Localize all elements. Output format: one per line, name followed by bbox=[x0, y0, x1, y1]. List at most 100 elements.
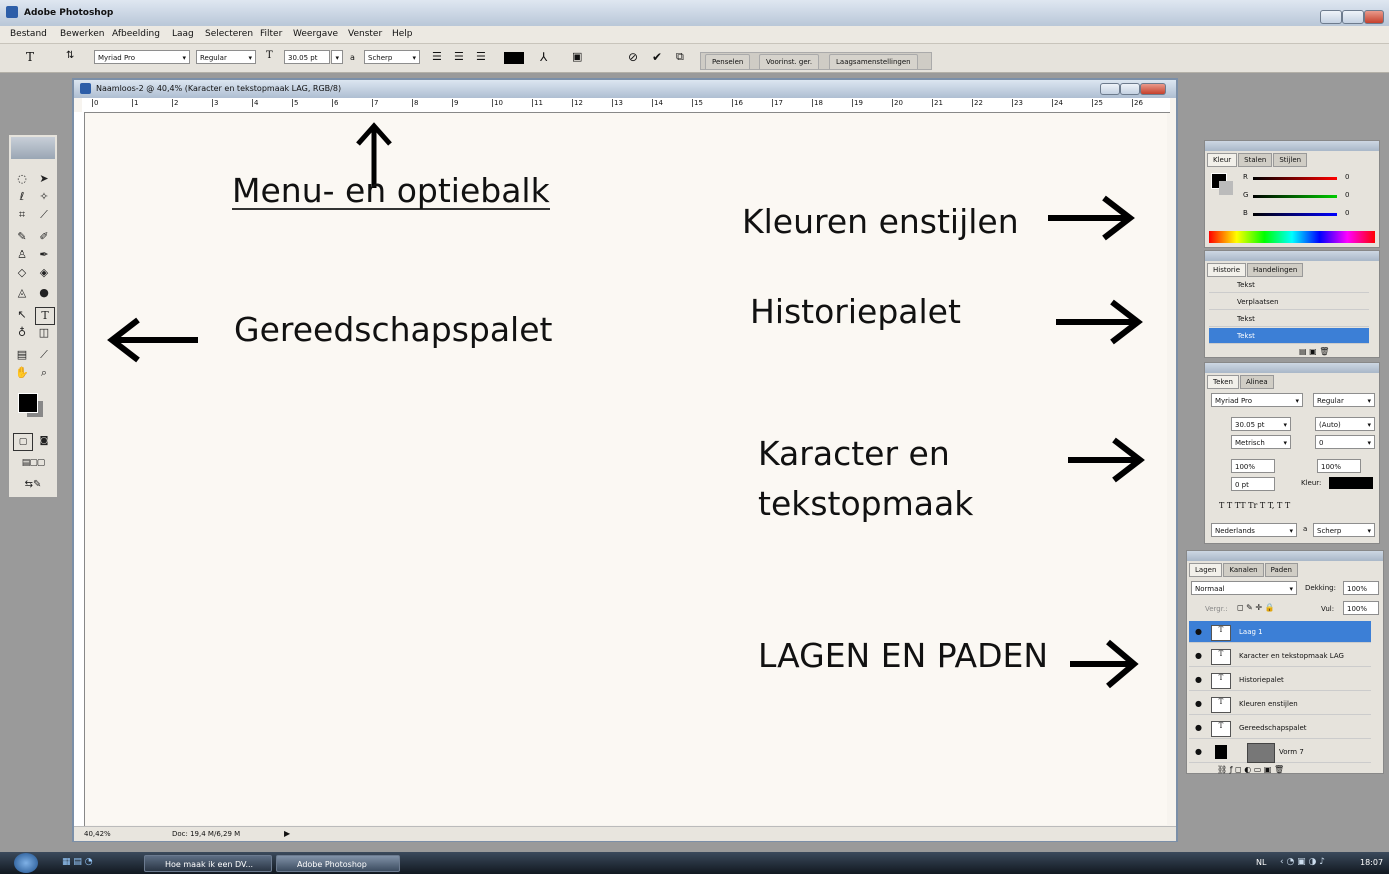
char-vscale-input[interactable]: 100% bbox=[1231, 459, 1275, 473]
minimize-button[interactable] bbox=[1320, 10, 1342, 24]
palette-tab-comps[interactable]: Laagsamenstellingen bbox=[829, 54, 918, 70]
blend-mode-select[interactable]: Normaal ▾ bbox=[1191, 581, 1297, 595]
visibility-eye-icon[interactable]: ● bbox=[1195, 747, 1202, 756]
zoom-tool-icon[interactable]: ⌕ bbox=[35, 365, 53, 381]
doc-maximize-button[interactable] bbox=[1120, 83, 1140, 95]
move-tool-icon[interactable]: ➤ bbox=[35, 171, 53, 187]
history-panel-header[interactable] bbox=[1205, 251, 1379, 261]
language-indicator[interactable]: NL bbox=[1256, 858, 1266, 867]
color-panel-header[interactable] bbox=[1205, 141, 1379, 151]
font-style-select[interactable]: Regular ▾ bbox=[196, 50, 256, 64]
doc-close-button[interactable] bbox=[1140, 83, 1166, 95]
green-value[interactable]: 0 bbox=[1345, 191, 1349, 199]
antialias-select[interactable]: Scherp ▾ bbox=[364, 50, 420, 64]
char-style-select[interactable]: Regular ▾ bbox=[1313, 393, 1375, 407]
opacity-input[interactable]: 100% bbox=[1343, 581, 1379, 595]
menu-bestand[interactable]: Bestand bbox=[10, 29, 47, 39]
lasso-tool-icon[interactable]: ℓ bbox=[13, 189, 31, 205]
magic-wand-icon[interactable]: ✧ bbox=[35, 189, 53, 205]
marquee-tool-icon[interactable]: ◌ bbox=[13, 171, 31, 187]
shape-tool-icon[interactable]: ◫ bbox=[35, 325, 53, 341]
char-size-input[interactable]: 30.05 pt ▾ bbox=[1231, 417, 1291, 431]
menu-venster[interactable]: Venster bbox=[348, 29, 382, 39]
status-menu-arrow-icon[interactable]: ▶ bbox=[284, 829, 290, 838]
align-center-icon[interactable]: ☰ bbox=[454, 50, 464, 63]
foreground-color-swatch[interactable] bbox=[18, 393, 38, 413]
vertical-ruler[interactable] bbox=[74, 112, 85, 830]
visibility-eye-icon[interactable]: ● bbox=[1195, 699, 1202, 708]
screen-mode-icon[interactable]: ▤▢▢ bbox=[13, 455, 53, 471]
tab-styles[interactable]: Stijlen bbox=[1273, 153, 1308, 167]
red-value[interactable]: 0 bbox=[1345, 173, 1349, 181]
menu-bewerken[interactable]: Bewerken bbox=[60, 29, 104, 39]
fill-input[interactable]: 100% bbox=[1343, 601, 1379, 615]
quick-mask-icon[interactable]: ◙ bbox=[35, 433, 53, 449]
warp-text-icon[interactable]: ⅄ bbox=[540, 50, 547, 64]
hand-tool-icon[interactable]: ✋ bbox=[13, 365, 31, 381]
start-button[interactable] bbox=[14, 853, 38, 873]
palette-tab-brushes[interactable]: Penselen bbox=[705, 54, 751, 70]
healing-brush-icon[interactable]: ✎ bbox=[13, 229, 31, 245]
tab-character[interactable]: Teken bbox=[1207, 375, 1239, 389]
layers-footer-icons[interactable]: ⛓ ƒ ◻ ◐ ▭ ▣ 🗑 bbox=[1217, 765, 1284, 774]
tab-layers[interactable]: Lagen bbox=[1189, 563, 1223, 577]
color-ramp[interactable] bbox=[1209, 231, 1375, 243]
jump-to-imageready-icon[interactable]: ⇆✎ bbox=[13, 477, 53, 493]
character-panel-header[interactable] bbox=[1205, 363, 1379, 373]
menu-filter[interactable]: Filter bbox=[260, 29, 282, 39]
tray-icons[interactable]: ‹ ◔ ▣ ◑ ♪ bbox=[1280, 857, 1325, 867]
char-hscale-input[interactable]: 100% bbox=[1317, 459, 1361, 473]
character-panel-icon[interactable]: ▣ bbox=[572, 50, 582, 63]
align-right-icon[interactable]: ☰ bbox=[476, 50, 486, 63]
history-brush-icon[interactable]: ✒ bbox=[35, 247, 53, 263]
red-slider[interactable] bbox=[1253, 177, 1337, 180]
notes-tool-icon[interactable]: ▤ bbox=[13, 347, 31, 363]
eyedropper-icon[interactable]: ⟋ bbox=[35, 347, 53, 363]
history-item-selected[interactable]: Tekst bbox=[1209, 328, 1369, 344]
font-family-select[interactable]: Myriad Pro ▾ bbox=[94, 50, 190, 64]
blue-slider[interactable] bbox=[1253, 213, 1337, 216]
taskbar-button-photoshop[interactable]: Adobe Photoshop bbox=[276, 855, 400, 872]
tab-actions[interactable]: Handelingen bbox=[1247, 263, 1304, 277]
crop-tool-icon[interactable]: ⌗ bbox=[13, 207, 31, 223]
visibility-eye-icon[interactable]: ● bbox=[1195, 627, 1202, 636]
brush-tool-icon[interactable]: ✐ bbox=[35, 229, 53, 245]
text-orientation-icon[interactable]: ⇅ bbox=[66, 50, 74, 61]
history-item[interactable]: Verplaatsen bbox=[1209, 294, 1369, 310]
lock-icons[interactable]: ◻ ✎ ✛ 🔒 bbox=[1237, 603, 1275, 612]
char-color-swatch[interactable] bbox=[1329, 477, 1373, 489]
menu-afbeelding[interactable]: Afbeelding bbox=[112, 29, 160, 39]
blue-value[interactable]: 0 bbox=[1345, 209, 1349, 217]
char-antialias-select[interactable]: Scherp ▾ bbox=[1313, 523, 1375, 537]
menu-laag[interactable]: Laag bbox=[172, 29, 194, 39]
tab-channels[interactable]: Kanalen bbox=[1223, 563, 1264, 577]
path-select-icon[interactable]: ↖ bbox=[13, 307, 31, 323]
char-kerning-select[interactable]: Metrisch ▾ bbox=[1231, 435, 1291, 449]
doc-minimize-button[interactable] bbox=[1100, 83, 1120, 95]
char-font-select[interactable]: Myriad Pro ▾ bbox=[1211, 393, 1303, 407]
green-slider[interactable] bbox=[1253, 195, 1337, 198]
taskbar-button-browser[interactable]: Hoe maak ik een DV... bbox=[144, 855, 272, 872]
menu-selecteren[interactable]: Selecteren bbox=[205, 29, 253, 39]
tab-paths[interactable]: Paden bbox=[1264, 563, 1298, 577]
maximize-button[interactable] bbox=[1342, 10, 1364, 24]
tab-paragraph[interactable]: Alinea bbox=[1239, 375, 1274, 389]
char-baseline-input[interactable]: 0 pt bbox=[1231, 477, 1275, 491]
history-footer-icons[interactable]: ▤ ▣ 🗑 bbox=[1299, 347, 1329, 356]
palette-tab-presets[interactable]: Voorinst. ger. bbox=[759, 54, 820, 70]
tab-swatches[interactable]: Stalen bbox=[1238, 153, 1273, 167]
char-type-buttons[interactable]: T T TT Tr T T, T T bbox=[1219, 501, 1290, 510]
text-tool-icon[interactable]: T bbox=[35, 307, 55, 325]
text-color-swatch[interactable] bbox=[504, 52, 524, 64]
char-tracking-select[interactable]: 0 ▾ bbox=[1315, 435, 1375, 449]
pen-tool-icon[interactable]: ♁ bbox=[13, 325, 31, 341]
slice-tool-icon[interactable]: ⟋ bbox=[35, 207, 53, 223]
tab-color[interactable]: Kleur bbox=[1207, 153, 1238, 167]
dodge-tool-icon[interactable]: ● bbox=[35, 285, 53, 301]
palette-well-icon[interactable]: ⧉ bbox=[676, 50, 684, 64]
paint-bucket-icon[interactable]: ◈ bbox=[35, 265, 53, 281]
standard-mode-icon[interactable]: ▢ bbox=[13, 433, 33, 451]
history-item[interactable]: Tekst bbox=[1209, 311, 1369, 327]
toolbox-header[interactable] bbox=[11, 137, 55, 159]
visibility-eye-icon[interactable]: ● bbox=[1195, 723, 1202, 732]
